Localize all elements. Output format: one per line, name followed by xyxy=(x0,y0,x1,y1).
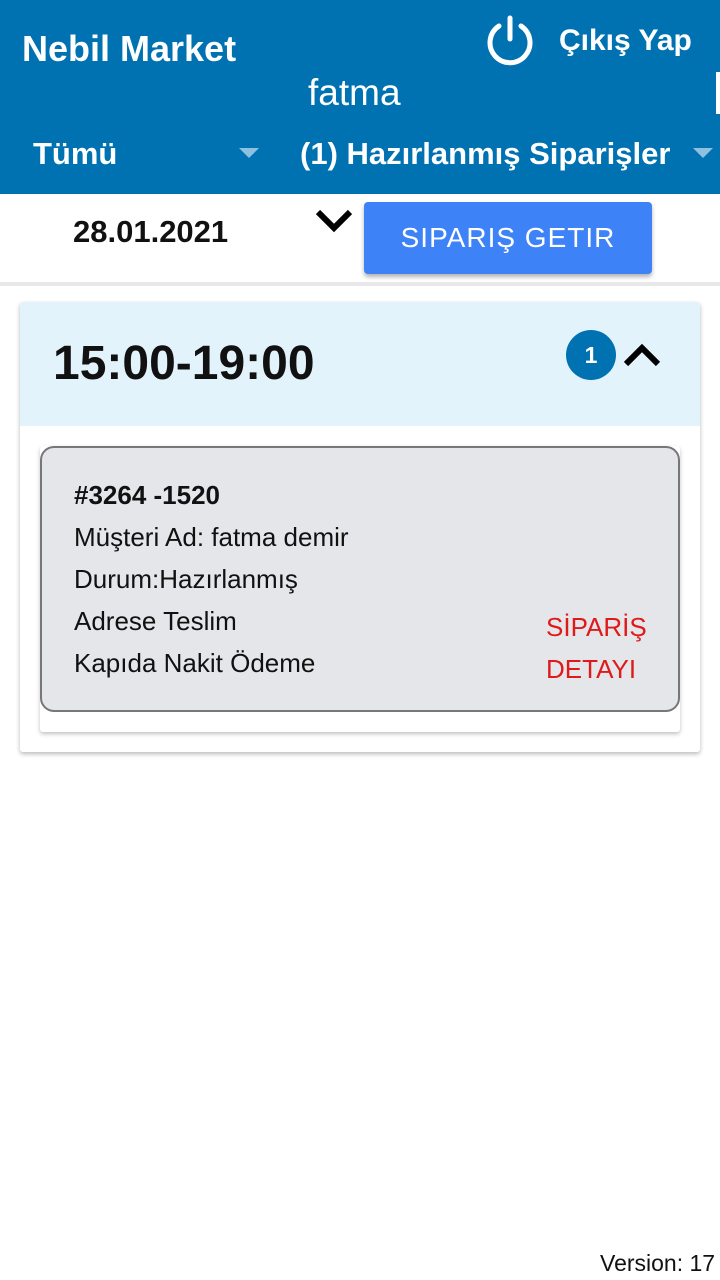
logout-button[interactable]: Çıkış Yap xyxy=(559,24,692,58)
app-title: Nebil Market xyxy=(22,28,237,69)
status-dropdown[interactable]: (1) Hazırlanmış Siparişler xyxy=(300,130,720,178)
category-dropdown-value: Tümü xyxy=(33,136,118,171)
caret-down-icon xyxy=(693,148,713,158)
order-payment-type: Kapıda Nakit Ödeme xyxy=(74,648,316,678)
order-count-badge: 1 xyxy=(566,330,616,380)
order-status: Durum:Hazırlanmış xyxy=(74,564,298,594)
app-header: Nebil Market Çıkış Yap fatma Tümü (1) Ha… xyxy=(0,0,720,194)
version-label: Version: 17 xyxy=(600,1250,716,1276)
filter-bar: 28.01.2021 SIPARIŞ GETIR xyxy=(0,194,720,286)
time-slot-label: 15:00-19:00 xyxy=(53,337,315,390)
chevron-up-icon[interactable] xyxy=(622,340,662,370)
category-dropdown[interactable]: Tümü xyxy=(33,130,273,178)
order-customer: Müşteri Ad: fatma demir xyxy=(74,522,349,552)
power-icon[interactable] xyxy=(484,14,536,66)
time-slot-group: 15:00-19:00 1 #3264 -1520 Müşteri Ad: fa… xyxy=(20,302,700,752)
order-item: #3264 -1520 Müşteri Ad: fatma demir Duru… xyxy=(40,446,680,732)
caret-down-icon xyxy=(239,148,259,158)
user-name: fatma xyxy=(308,72,401,113)
date-picker[interactable]: 28.01.2021 xyxy=(73,214,228,250)
order-number: #3264 -1520 xyxy=(74,480,221,510)
time-slot-header[interactable]: 15:00-19:00 1 xyxy=(20,302,700,426)
status-dropdown-value: (1) Hazırlanmış Siparişler xyxy=(300,136,671,171)
order-card[interactable]: #3264 -1520 Müşteri Ad: fatma demir Duru… xyxy=(40,446,680,712)
order-delivery-type: Adrese Teslim xyxy=(74,606,237,636)
fetch-orders-button[interactable]: SIPARIŞ GETIR xyxy=(364,202,652,274)
edge-indicator xyxy=(716,72,720,114)
order-detail-link[interactable]: SİPARİŞ DETAYI xyxy=(546,606,666,690)
chevron-down-icon[interactable] xyxy=(314,206,354,236)
